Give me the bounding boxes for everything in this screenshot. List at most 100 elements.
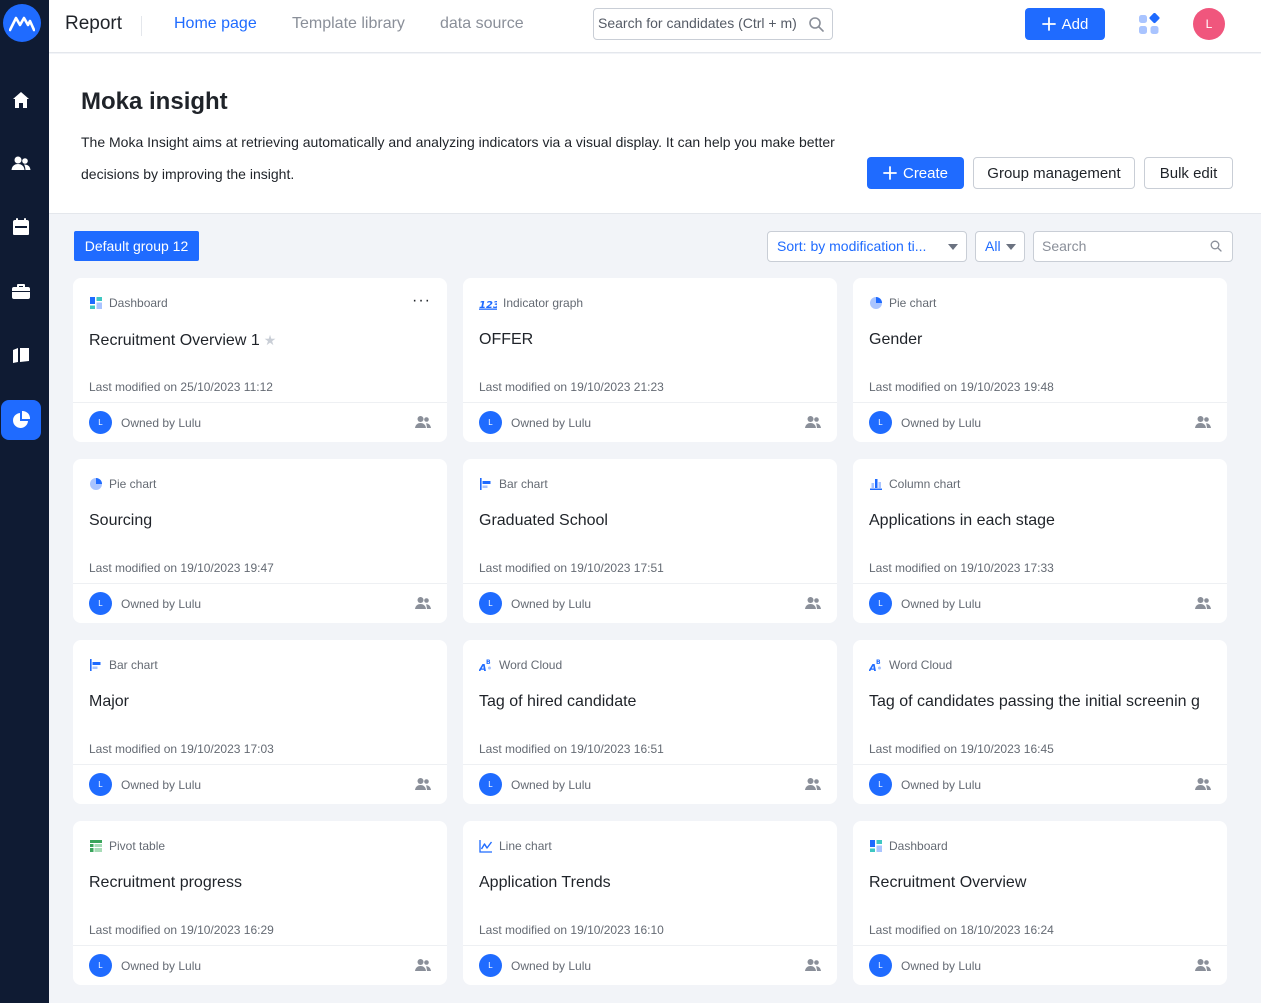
shared-users-icon[interactable] bbox=[805, 415, 821, 429]
card-type: A B Word Cloud bbox=[479, 658, 562, 672]
card-title[interactable]: Tag of hired candidate bbox=[479, 691, 817, 713]
group-tab-default[interactable]: Default group 12 bbox=[74, 231, 199, 261]
pie-chart-icon[interactable] bbox=[1, 400, 41, 440]
apps-grid-icon[interactable] bbox=[1138, 13, 1160, 35]
home-icon[interactable] bbox=[1, 80, 41, 120]
report-card[interactable]: A B Word Cloud Tag of candidates passing th… bbox=[853, 640, 1227, 804]
card-title[interactable]: Gender bbox=[869, 329, 1207, 351]
card-title[interactable]: Graduated School bbox=[479, 510, 817, 532]
caret-down-icon bbox=[1006, 244, 1016, 250]
owner-avatar: L bbox=[869, 773, 892, 796]
shared-users-icon[interactable] bbox=[415, 415, 431, 429]
card-title[interactable]: Tag of candidates passing the initial sc… bbox=[869, 691, 1207, 713]
line-chart-icon bbox=[479, 839, 493, 853]
shared-users-icon[interactable] bbox=[1195, 777, 1211, 791]
star-icon[interactable]: ★ bbox=[264, 332, 277, 348]
nav-home-page[interactable]: Home page bbox=[174, 15, 257, 33]
card-type-label: Word Cloud bbox=[889, 658, 953, 672]
moka-logo-icon[interactable] bbox=[3, 4, 41, 42]
candidate-search-input[interactable] bbox=[598, 15, 808, 31]
bulk-edit-button[interactable]: Bulk edit bbox=[1144, 157, 1233, 189]
report-card[interactable]: Column chart Applications in each stage La… bbox=[853, 459, 1227, 623]
plus-icon bbox=[883, 166, 897, 180]
card-modified-date: Last modified on 19/10/2023 16:10 bbox=[479, 923, 664, 937]
card-owner: L Owned by Lulu bbox=[89, 592, 201, 615]
report-card[interactable]: Line chart Application Trends Last modifie… bbox=[463, 821, 837, 985]
shared-users-icon[interactable] bbox=[415, 596, 431, 610]
report-card[interactable]: Bar chart Graduated School Last modified o… bbox=[463, 459, 837, 623]
report-card[interactable]: Pie chart Gender Last modified on 19/10/20… bbox=[853, 278, 1227, 442]
report-card[interactable]: Bar chart Major Last modified on 19/10/202… bbox=[73, 640, 447, 804]
shared-users-icon[interactable] bbox=[805, 958, 821, 972]
group-management-button[interactable]: Group management bbox=[973, 157, 1135, 189]
report-card[interactable]: Pie chart Sourcing Last modified on 19/10/… bbox=[73, 459, 447, 623]
add-button[interactable]: Add bbox=[1025, 8, 1105, 40]
calendar-icon[interactable] bbox=[1, 207, 41, 247]
user-avatar[interactable]: L bbox=[1193, 8, 1225, 40]
divider bbox=[853, 764, 1227, 765]
filter-all-dropdown[interactable]: All bbox=[975, 231, 1025, 262]
card-title[interactable]: Sourcing bbox=[89, 510, 427, 532]
shared-users-icon[interactable] bbox=[805, 596, 821, 610]
report-card[interactable]: Pivot table Recruitment progress Last modi… bbox=[73, 821, 447, 985]
report-search[interactable] bbox=[1033, 231, 1233, 262]
book-icon[interactable] bbox=[1, 335, 41, 375]
search-icon[interactable] bbox=[1210, 240, 1222, 252]
report-card[interactable]: A B Word Cloud Tag of hired candidate Last m… bbox=[463, 640, 837, 804]
card-title[interactable]: Applications in each stage bbox=[869, 510, 1207, 532]
divider bbox=[463, 583, 837, 584]
candidate-search[interactable] bbox=[593, 8, 833, 40]
card-modified-date: Last modified on 19/10/2023 19:48 bbox=[869, 380, 1054, 394]
card-owner: L Owned by Lulu bbox=[479, 411, 591, 434]
word-cloud-icon: AB bbox=[869, 658, 883, 672]
card-title[interactable]: Application Trends bbox=[479, 872, 817, 894]
nav-template-library[interactable]: Template library bbox=[292, 15, 405, 33]
card-type-label: Pivot table bbox=[109, 839, 166, 853]
nav-data-source[interactable]: data source bbox=[440, 15, 524, 33]
report-card[interactable]: 123 Indicator graph OFFER Last modified on … bbox=[463, 278, 837, 442]
people-icon[interactable] bbox=[1, 143, 41, 183]
shared-users-icon[interactable] bbox=[415, 958, 431, 972]
owner-label: Owned by Lulu bbox=[511, 415, 592, 430]
card-title-text: Applications in each stage bbox=[869, 512, 1055, 529]
card-title[interactable]: OFFER bbox=[479, 329, 817, 351]
filter-all-label: All bbox=[985, 238, 1001, 254]
shared-users-icon[interactable] bbox=[415, 777, 431, 791]
card-type-label: Dashboard bbox=[889, 839, 948, 853]
sort-dropdown[interactable]: Sort: by modification ti... bbox=[767, 231, 967, 262]
shared-users-icon[interactable] bbox=[805, 777, 821, 791]
report-card[interactable]: Dashboard ··· Recruitment Overview 1 ★ Last … bbox=[73, 278, 447, 442]
add-button-label: Add bbox=[1061, 15, 1089, 33]
card-title[interactable]: Recruitment progress bbox=[89, 872, 427, 894]
create-button[interactable]: Create bbox=[867, 157, 964, 189]
shared-users-icon[interactable] bbox=[1195, 415, 1211, 429]
card-type: Bar chart bbox=[479, 477, 548, 491]
card-title[interactable]: Major bbox=[89, 691, 427, 713]
report-search-input[interactable] bbox=[1042, 238, 1202, 254]
briefcase-icon[interactable] bbox=[1, 271, 41, 311]
card-modified-date: Last modified on 19/10/2023 16:45 bbox=[869, 742, 1054, 756]
shared-users-icon[interactable] bbox=[1195, 596, 1211, 610]
owner-avatar: L bbox=[869, 954, 892, 977]
owner-label: Owned by Lulu bbox=[901, 958, 982, 973]
search-icon[interactable] bbox=[808, 16, 824, 32]
top-bar: Report Home page Template library data s… bbox=[49, 0, 1261, 53]
owner-avatar: L bbox=[89, 773, 112, 796]
card-type: Pie chart bbox=[89, 477, 156, 491]
card-title-text: Tag of hired candidate bbox=[479, 693, 637, 710]
indicator-graph-icon: 123 bbox=[479, 296, 497, 310]
card-title-text: Recruitment progress bbox=[89, 874, 242, 891]
shared-users-icon[interactable] bbox=[1195, 958, 1211, 972]
card-title[interactable]: Recruitment Overview 1 ★ bbox=[89, 329, 427, 352]
owner-avatar: L bbox=[479, 592, 502, 615]
divider bbox=[463, 402, 837, 403]
report-card[interactable]: Dashboard Recruitment Overview Last modifi… bbox=[853, 821, 1227, 985]
divider bbox=[141, 16, 142, 36]
pivot-table-icon bbox=[89, 839, 103, 853]
card-modified-date: Last modified on 19/10/2023 16:51 bbox=[479, 742, 664, 756]
more-options-icon[interactable]: ··· bbox=[412, 292, 431, 310]
card-type: 123 Indicator graph bbox=[479, 296, 583, 310]
card-type: Dashboard bbox=[869, 839, 948, 853]
plus-icon bbox=[1041, 17, 1056, 31]
card-title[interactable]: Recruitment Overview bbox=[869, 872, 1207, 894]
